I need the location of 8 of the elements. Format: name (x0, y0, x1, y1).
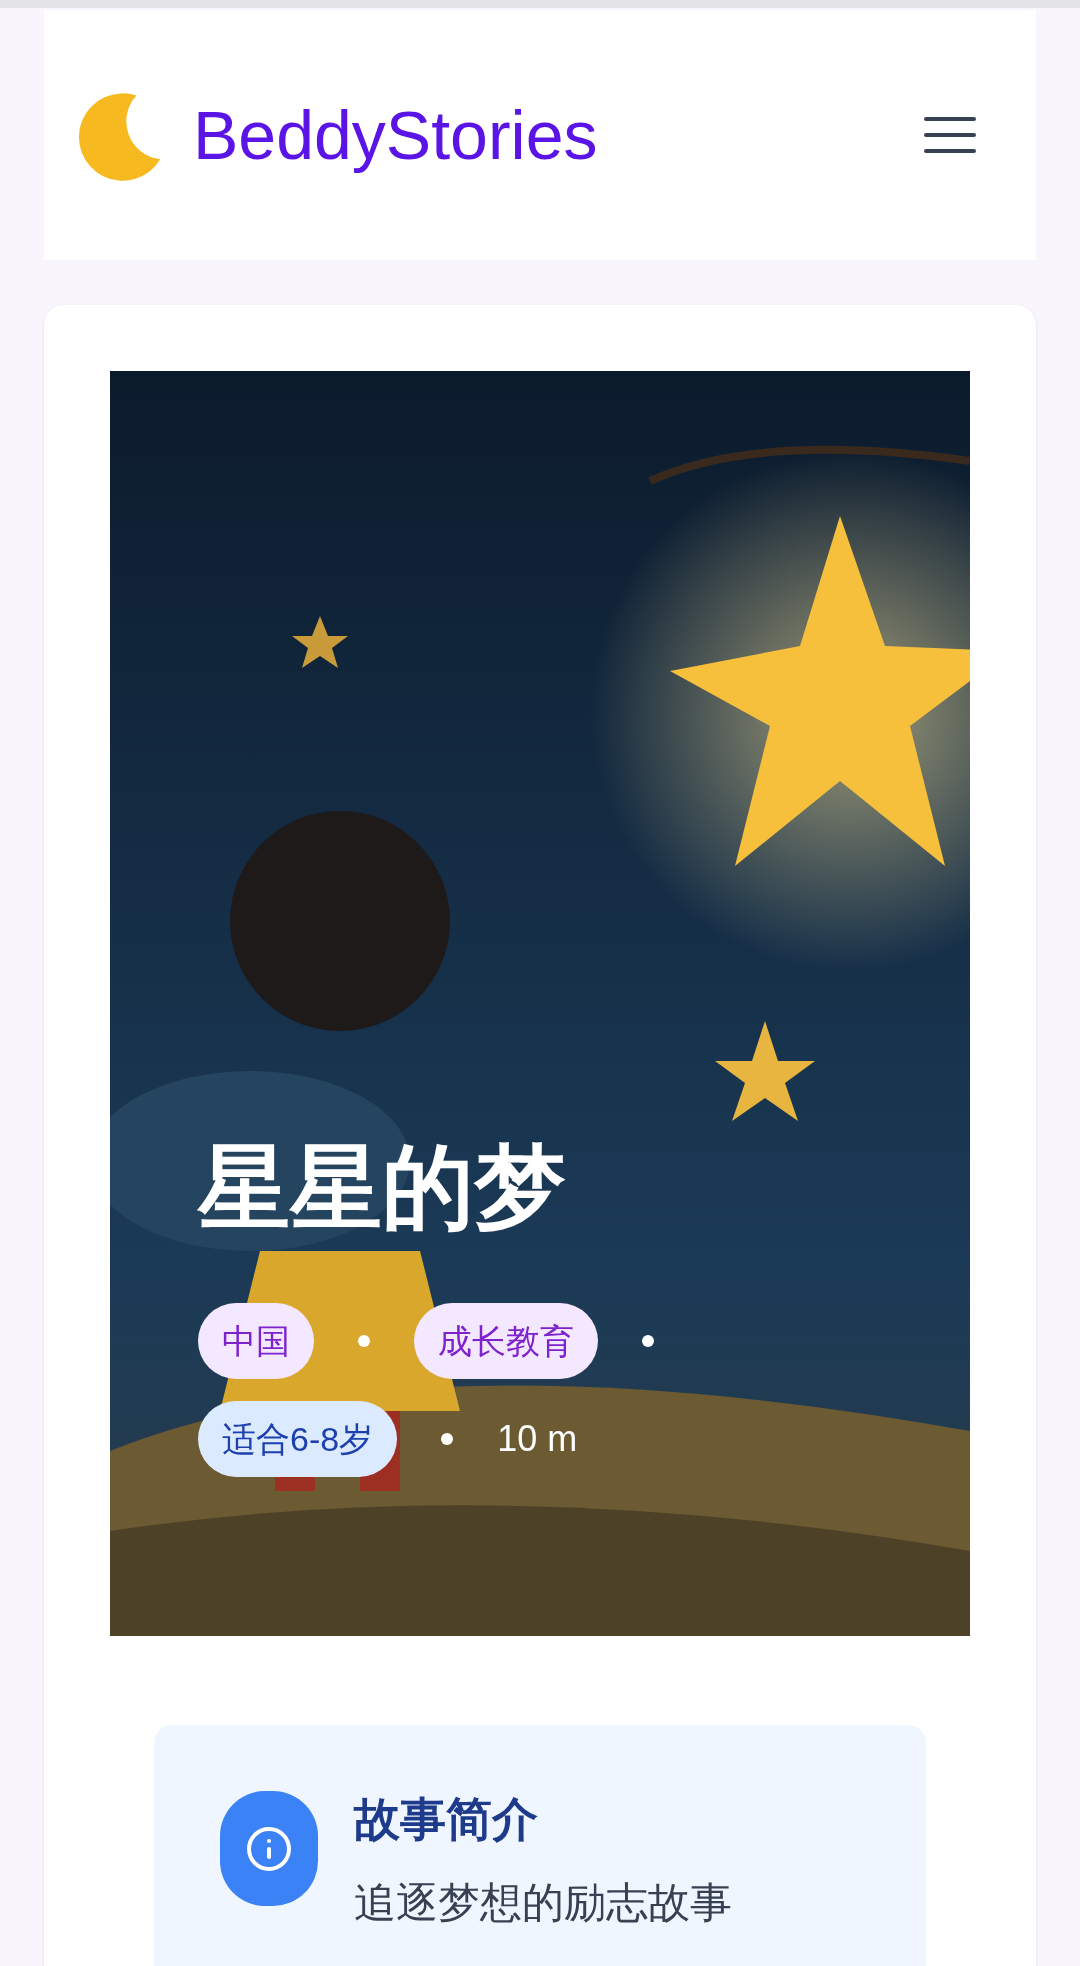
tag-pill: 成长教育 (414, 1303, 598, 1379)
duration-text: 10 m (497, 1417, 578, 1461)
menu-icon (924, 116, 976, 154)
tag-pill: 适合6-8岁 (198, 1401, 398, 1477)
summary-text: 追逐梦想的励志故事 (354, 1877, 732, 1928)
logo-text[interactable]: BeddyStories (193, 84, 598, 186)
summary-heading: 故事简介 (354, 1792, 539, 1847)
story-title: 星星的梦 (198, 1141, 567, 1233)
